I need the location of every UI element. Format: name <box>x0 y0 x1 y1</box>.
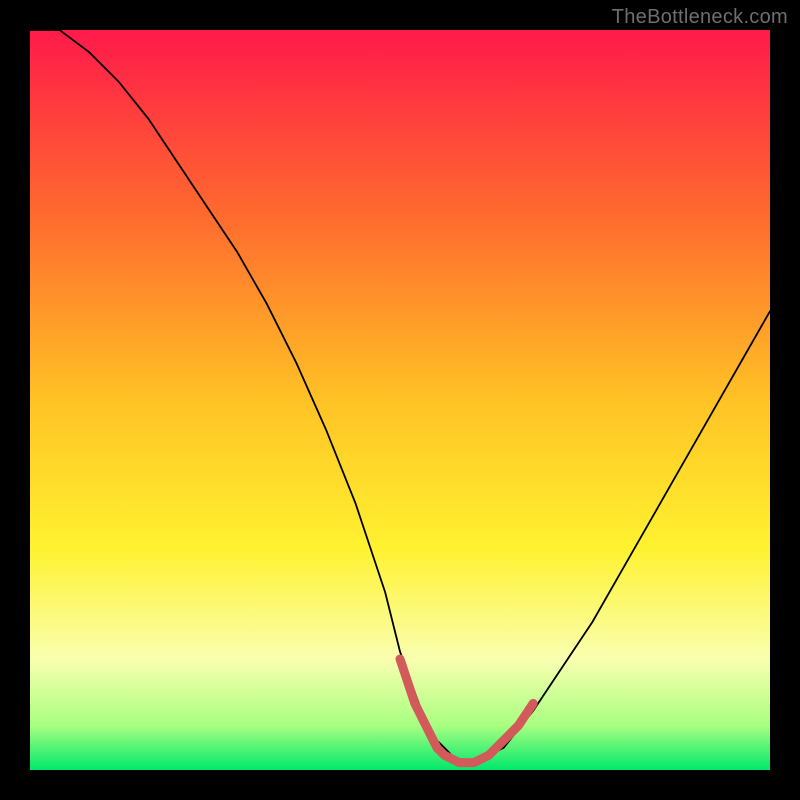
plot-area <box>30 30 770 770</box>
watermark-text: TheBottleneck.com <box>612 6 788 29</box>
chart-frame: TheBottleneck.com <box>0 0 800 800</box>
chart-svg <box>30 30 770 770</box>
